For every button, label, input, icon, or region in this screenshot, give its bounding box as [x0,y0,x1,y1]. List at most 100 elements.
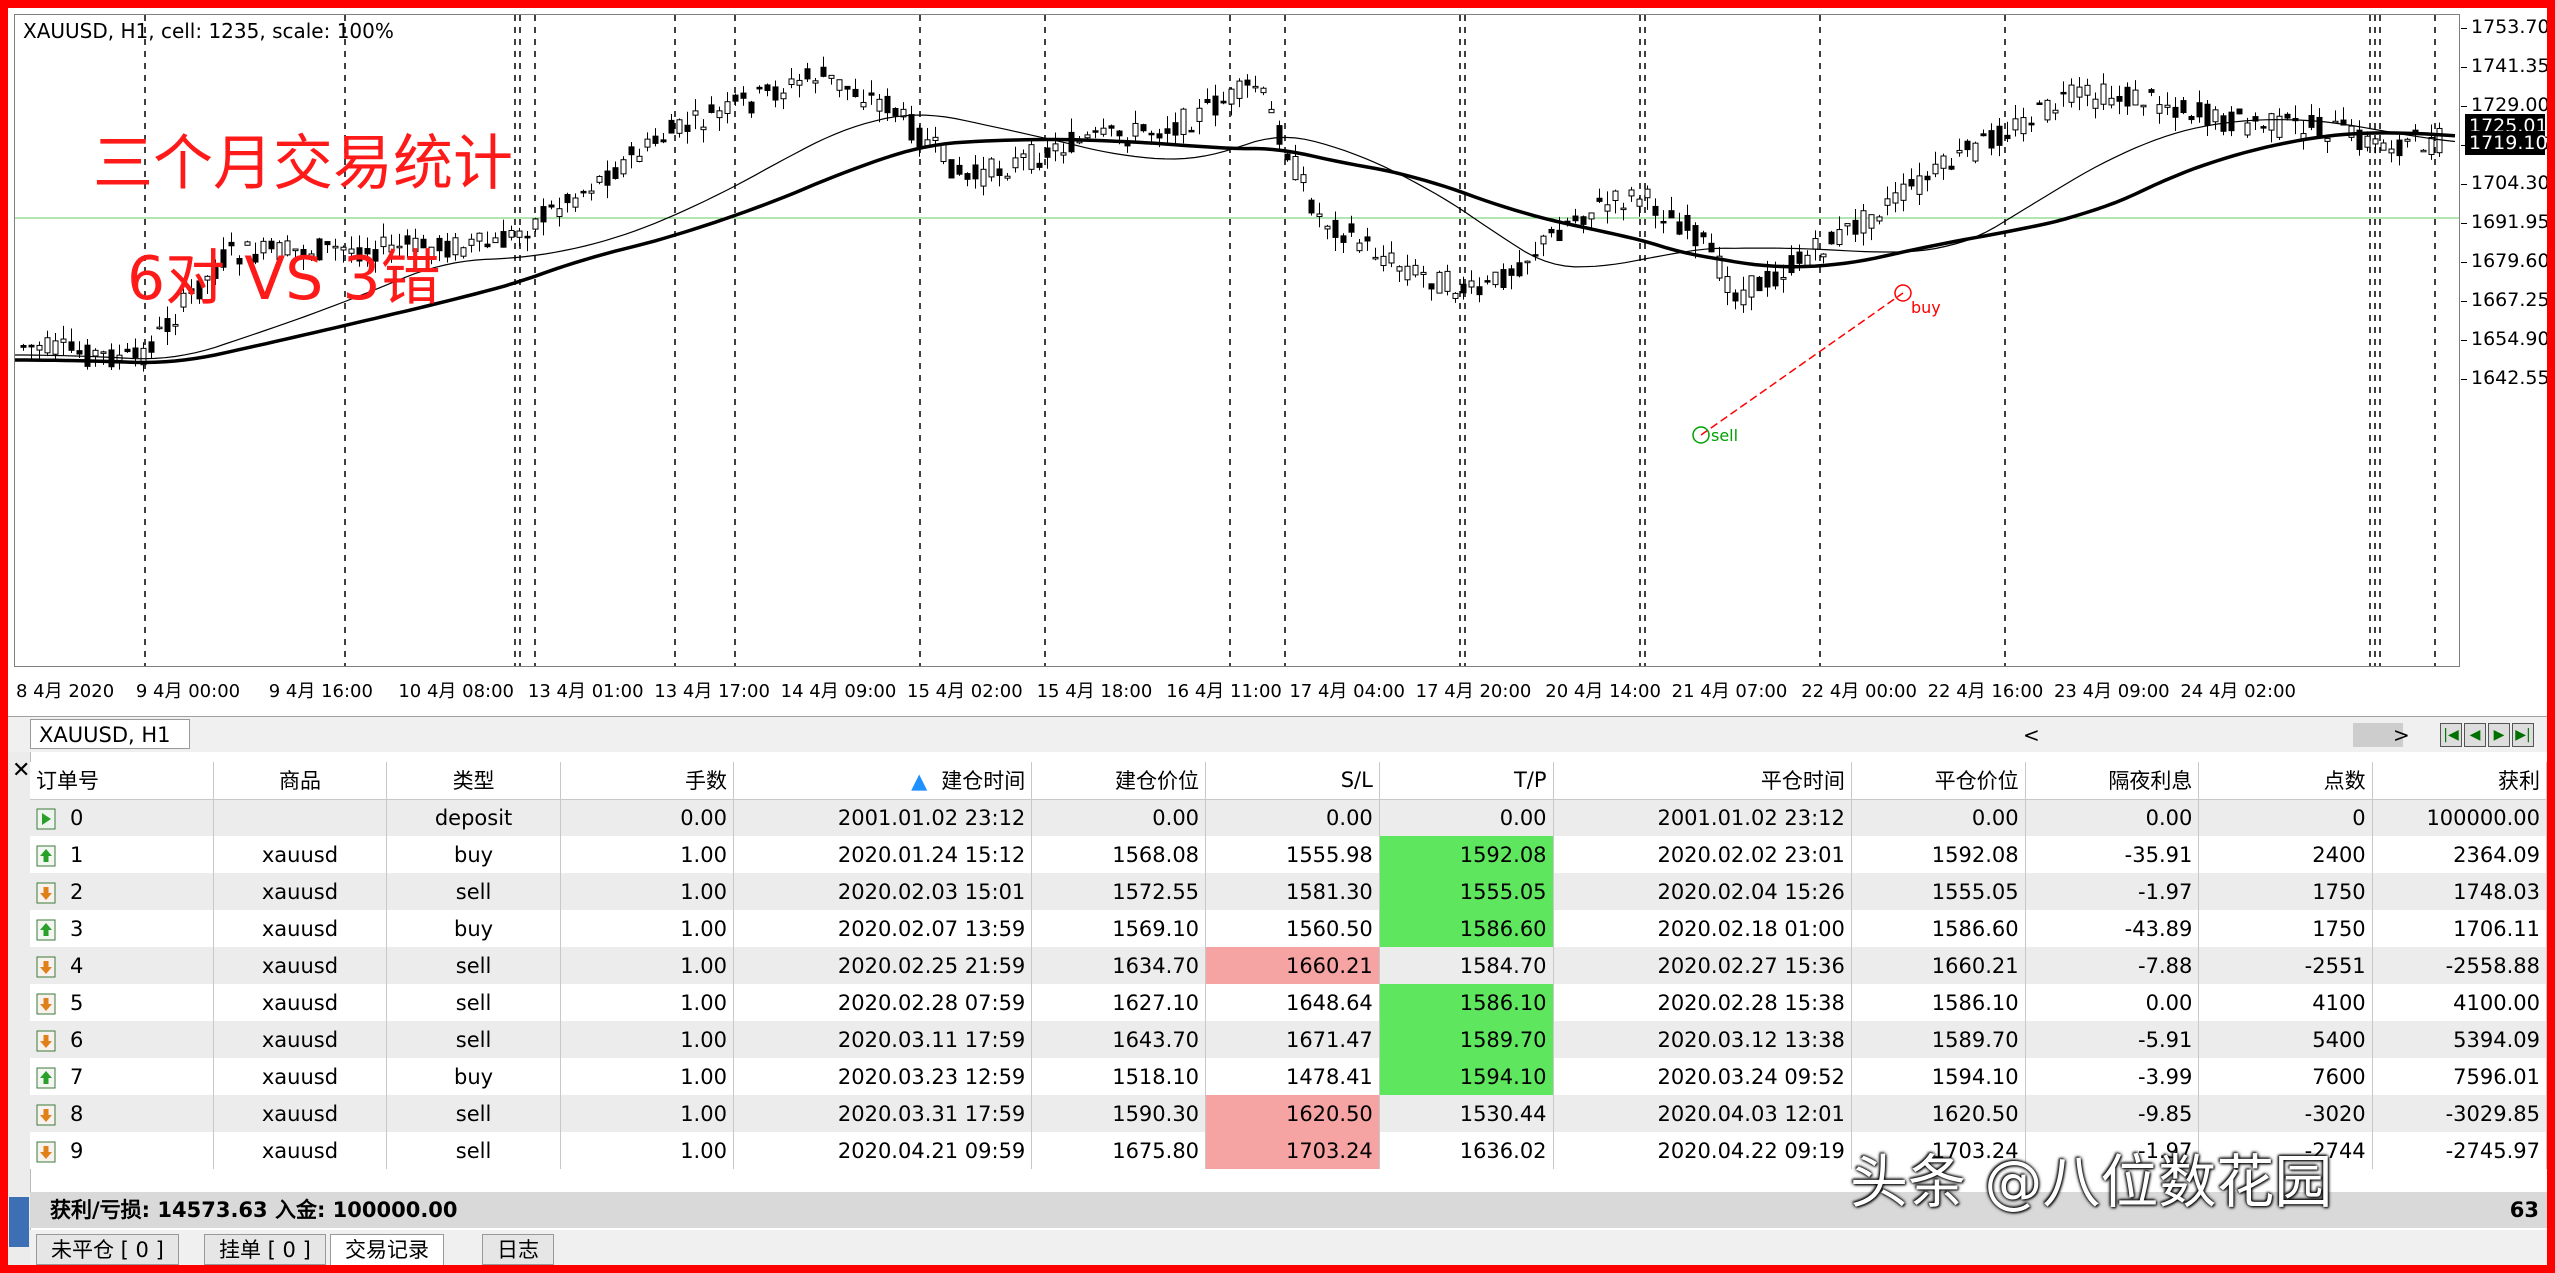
cell-text: buy [454,1064,494,1089]
candle-body [2388,148,2395,154]
candle-body [2428,137,2435,155]
candle-body [452,237,459,256]
cell-points: -3020 [2198,1095,2373,1132]
candle-body [1708,242,1715,253]
candle-body [2124,86,2131,107]
table-row[interactable]: 4 xauusd sell 1.00 2020.02.25 21:59 1634.70 16… [30,947,2548,984]
candle-body [1292,155,1299,181]
candle-body [556,208,563,218]
col-header-swap[interactable]: 隔夜利息 [2025,762,2200,800]
candle-body [1948,165,1955,170]
tab-pending-orders[interactable]: 挂单 [ 0 ] [204,1234,326,1265]
candle-body [980,168,987,187]
prev-page-icon[interactable]: ◀ [2464,723,2486,747]
col-header-profit[interactable]: 获利 [2372,762,2548,800]
candle-body [1212,95,1219,116]
tab-trade-history[interactable]: 交易记录 [330,1234,444,1265]
candle-body [540,206,547,223]
cell-sl: 1620.50 [1205,1095,1380,1132]
cell-profit: 5394.09 [2372,1021,2548,1058]
current-price-tag: 1719.10 [2465,131,2547,155]
tab-journal[interactable]: 日志 [482,1234,554,1265]
candle-body [1740,289,1747,306]
cell-sl: 1581.30 [1205,873,1380,910]
candle-body [820,66,827,77]
candle-body [892,107,899,117]
col-header-order[interactable]: 订单号 [30,762,214,800]
cell-close-time: 2020.03.12 13:38 [1553,1021,1852,1058]
col-header-tp[interactable]: T/P [1379,762,1554,800]
candle-body [1044,147,1051,158]
cell-text: -7.88 [2138,953,2193,978]
chart-tab-xauusd[interactable]: XAUUSD, H1 [30,719,190,749]
table-row[interactable]: 0 deposit 0.00 2001.01.02 23:12 0.00 0.00 0.00… [30,799,2548,836]
candle-body [476,232,483,242]
candle-body [1964,140,1971,151]
candle-body [1860,210,1867,234]
col-header-lots[interactable]: 手数 [560,762,734,800]
table-row[interactable]: 2 xauusd sell 1.00 2020.02.03 15:01 1572.55 15… [30,873,2548,910]
cell-close-price: 1594.10 [1851,1058,2026,1095]
table-row[interactable]: 3 xauusd buy 1.00 2020.02.07 13:59 1569.10 156… [30,910,2548,947]
time-label: 9 4月 00:00 [135,681,241,702]
candle-body [1748,275,1755,298]
col-header-close-price[interactable]: 平仓价位 [1851,762,2026,800]
col-header-type[interactable]: 类型 [386,762,561,800]
table-row[interactable]: 5 xauusd sell 1.00 2020.02.28 07:59 1627.10 16… [30,984,2548,1021]
table-row[interactable]: 7 xauusd buy 1.00 2020.03.23 12:59 1518.10 147… [30,1058,2548,1095]
cell-sl: 1703.24 [1205,1132,1380,1169]
candle-body [1492,271,1499,286]
candle-body [2116,95,2123,102]
candle-body [92,349,99,357]
cell-text: -3029.85 [2445,1101,2540,1126]
table-row[interactable]: 1 xauusd buy 1.00 2020.01.24 15:12 1568.08 155… [30,836,2548,873]
cell-swap: -7.88 [2025,947,2200,984]
cell-open-price: 1643.70 [1031,1021,1207,1058]
cell-text: 2001.01.02 23:12 [837,805,1026,830]
candle-body [2036,102,2043,105]
price-level-label: 1642.55 [2471,367,2547,389]
table-row[interactable]: 6 xauusd sell 1.00 2020.03.11 17:59 1643.70 16… [30,1021,2548,1058]
cell-text: 1594.10 [1459,1064,1547,1089]
close-icon[interactable]: ✕ [12,758,30,783]
cell-text: 1518.10 [1112,1064,1200,1089]
price-scale[interactable]: 1753.701741.351729.001716.651704.301691.… [2461,14,2547,667]
col-header-open-time[interactable]: ▲ 建仓时间 [733,762,1033,800]
table-row[interactable]: 8 xauusd sell 1.00 2020.03.31 17:59 1590.30 16… [30,1095,2548,1132]
cell-text: 5 [70,990,84,1015]
cell-text: 2400 [2312,842,2366,867]
cell-text: 1555.98 [1285,842,1373,867]
cell-text: 0.00 [2145,990,2193,1015]
cell-symbol: xauusd [213,1095,388,1132]
cell-profit: 4100.00 [2372,984,2548,1021]
cell-swap: -43.89 [2025,910,2200,947]
candle-body [1596,197,1603,202]
candle-body [1020,153,1027,158]
col-header-symbol[interactable]: 商品 [213,762,388,800]
scroll-left-arrow[interactable]: < [2023,723,2040,747]
col-header-close-time[interactable]: 平仓时间 [1553,762,1852,800]
scroll-right-arrow[interactable]: > [2393,723,2410,747]
candle-body [1604,204,1611,212]
last-page-icon[interactable]: ▶| [2512,723,2534,747]
time-label: 21 4月 07:00 [1671,681,1788,702]
cell-text: xauusd [261,1027,339,1052]
col-header-sl[interactable]: S/L [1205,762,1380,800]
time-label: 23 4月 09:00 [2053,681,2170,702]
candle-body [2028,122,2035,126]
price-chart[interactable]: sell buy XAUUSD, H1, cell: 1235, scale: 1… [14,14,2460,667]
cell-text: -3020 [2304,1101,2366,1126]
sell-icon [36,882,56,904]
candle-body [956,164,963,175]
first-page-icon[interactable]: |◀ [2440,723,2462,747]
candle-body [1148,132,1155,136]
cell-text: xauusd [261,1101,339,1126]
col-header-open-price[interactable]: 建仓价位 [1031,762,1207,800]
tab-open-positions[interactable]: 未平仓 [ 0 ] [36,1234,179,1265]
candle-body [724,101,731,114]
candle-body [1620,207,1627,211]
candle-body [1644,188,1651,199]
col-header-points[interactable]: 点数 [2198,762,2373,800]
next-page-icon[interactable]: ▶ [2488,723,2510,747]
cell-text: 1.00 [680,1027,727,1052]
